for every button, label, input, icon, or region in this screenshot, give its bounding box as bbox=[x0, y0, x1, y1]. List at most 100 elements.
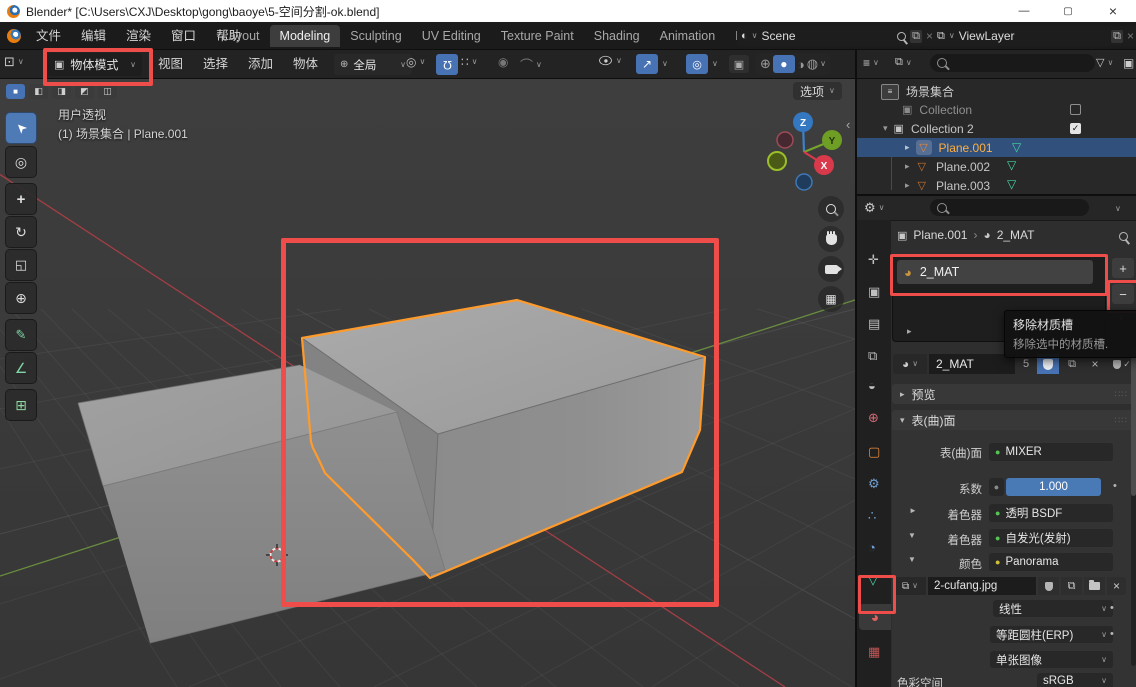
viewlayer-icon[interactable]: ⧉ bbox=[937, 30, 945, 43]
tool-annotate[interactable]: ✎ bbox=[5, 319, 37, 351]
source-dropdown[interactable]: 单张图像∨ bbox=[990, 651, 1113, 668]
scene-icon[interactable]: ◐ bbox=[741, 30, 748, 42]
tab-object-icon[interactable]: ▢ bbox=[868, 444, 880, 460]
image-name-field[interactable]: 2-cufang.jpg bbox=[928, 577, 1036, 595]
keyframe-dot[interactable]: • bbox=[1110, 628, 1114, 640]
tab-render-icon[interactable]: ▣ bbox=[868, 284, 880, 300]
slot-add-button[interactable]: + bbox=[1112, 258, 1134, 278]
factor-slider[interactable]: 1.000 bbox=[1006, 478, 1101, 496]
tool-rotate[interactable]: ↻ bbox=[5, 216, 37, 248]
tab-uv-editing[interactable]: UV Editing bbox=[412, 25, 491, 47]
minimize-button[interactable]: — bbox=[1002, 0, 1046, 22]
tab-output-icon[interactable]: ▤ bbox=[868, 316, 880, 332]
viewlayer-name[interactable]: ViewLayer bbox=[959, 29, 1107, 43]
snap-with-dropdown[interactable]: ∷∨ bbox=[461, 55, 478, 69]
factor-socket[interactable]: ● bbox=[989, 478, 1004, 496]
new-collection-button[interactable]: ▣ bbox=[1123, 56, 1134, 70]
keyframe-dot[interactable]: • bbox=[1113, 480, 1117, 492]
collection-checkbox[interactable]: ✓ bbox=[1070, 123, 1081, 134]
outliner-display-mode[interactable]: ≡∨ bbox=[863, 56, 879, 70]
close-icon[interactable]: × bbox=[926, 29, 933, 43]
projection-dropdown[interactable]: 等距圆柱(ERP)∨ bbox=[990, 626, 1113, 643]
material-name-field[interactable]: 2_MAT bbox=[929, 354, 1015, 374]
properties-search-input[interactable] bbox=[930, 199, 1089, 216]
surface-section-header[interactable]: ▾ 表(曲)面 ∷∷ bbox=[892, 410, 1136, 430]
shading-material-button[interactable]: ◑ bbox=[797, 57, 805, 72]
close-icon[interactable]: × bbox=[1127, 29, 1134, 43]
image-fake-user-button[interactable] bbox=[1038, 577, 1059, 595]
navigation-gizmo[interactable]: Z Y X bbox=[755, 106, 849, 198]
tab-modifier-icon[interactable]: ⚙ bbox=[868, 476, 880, 492]
material-browse-button[interactable]: ◕∨ bbox=[893, 354, 927, 374]
slot-remove-button[interactable]: − bbox=[1112, 284, 1134, 304]
image-unlink-button[interactable]: × bbox=[1107, 577, 1126, 595]
scene-selector[interactable]: ◐ ∨ Scene ⧉ × bbox=[737, 26, 937, 46]
proportional-falloff-dropdown[interactable]: ⌒∨ bbox=[520, 55, 542, 74]
copy-icon[interactable]: ⧉ bbox=[910, 30, 922, 43]
menu-select[interactable]: 选择 bbox=[193, 54, 238, 74]
slot-list-expander[interactable]: ▸ bbox=[907, 326, 912, 337]
copy-icon[interactable]: ⧉ bbox=[1111, 30, 1123, 43]
blender-menu-icon[interactable] bbox=[7, 29, 21, 43]
shading-rendered-button[interactable]: ◍ bbox=[807, 56, 818, 72]
tab-shading[interactable]: Shading bbox=[584, 25, 650, 47]
properties-editor-type[interactable]: ⚙∨ bbox=[864, 200, 885, 216]
material-slot-row[interactable]: ◕ 2_MAT bbox=[897, 260, 1093, 284]
preview-section-header[interactable]: ▸ 预览 ∷∷ bbox=[892, 384, 1136, 404]
viewport-scene[interactable] bbox=[0, 79, 855, 687]
interpolation-dropdown[interactable]: 线性∨ bbox=[993, 600, 1113, 617]
surface-value-button[interactable]: ●MIXER bbox=[989, 443, 1113, 461]
properties-scrollbar[interactable] bbox=[1131, 336, 1136, 666]
visibility-dropdown[interactable]: ∨ bbox=[598, 55, 622, 66]
tool-measure[interactable]: ∠ bbox=[5, 352, 37, 384]
colorspace-dropdown[interactable]: sRGB∨ bbox=[1037, 673, 1113, 687]
tool-select-box[interactable]: ➤ bbox=[5, 112, 37, 144]
image-open-button[interactable] bbox=[1084, 577, 1105, 595]
tab-sculpting[interactable]: Sculpting bbox=[340, 25, 411, 47]
shading-wireframe-button[interactable]: ⊕ bbox=[760, 56, 771, 72]
select-mode-intersect[interactable]: ◫ bbox=[98, 84, 117, 99]
viewport-options-button[interactable]: 选项∨ bbox=[793, 82, 842, 100]
tab-world-icon[interactable]: ⊕ bbox=[868, 410, 879, 426]
tab-tool-icon[interactable]: ✛ bbox=[868, 252, 879, 268]
camera-view-button[interactable] bbox=[818, 256, 844, 282]
select-mode-invert[interactable]: ◩ bbox=[75, 84, 94, 99]
menu-object[interactable]: 物体 bbox=[283, 54, 328, 74]
tab-particles-icon[interactable]: ∴ bbox=[868, 508, 876, 524]
outliner-filter-button[interactable]: ▽∨ bbox=[1096, 56, 1113, 69]
select-mode-new[interactable]: ■ bbox=[6, 84, 25, 99]
tool-move[interactable]: + bbox=[5, 183, 37, 215]
tab-texture-icon[interactable]: ▦ bbox=[868, 644, 880, 660]
menu-render[interactable]: 渲染 bbox=[116, 26, 161, 46]
image-browse-button[interactable]: ⧉∨ bbox=[894, 577, 926, 595]
outliner-row-collection2[interactable]: ▾ ▣ Collection 2 ✓ bbox=[857, 119, 1136, 138]
snap-magnet-toggle[interactable]: Ω bbox=[436, 54, 458, 75]
collection-checkbox[interactable] bbox=[1070, 104, 1081, 115]
viewlayer-selector[interactable]: ⧉ ∨ ViewLayer ⧉ × bbox=[933, 26, 1136, 46]
outliner-row-plane001[interactable]: ▸ ▽ Plane.001 ▽ bbox=[857, 138, 1136, 157]
tab-texture-paint[interactable]: Texture Paint bbox=[491, 25, 584, 47]
menu-view[interactable]: 视图 bbox=[148, 54, 193, 74]
shader1-value-button[interactable]: ●透明 BSDF bbox=[989, 504, 1113, 522]
shader2-value-button[interactable]: ●自发光(发射) bbox=[989, 529, 1113, 547]
tab-viewlayer-icon[interactable]: ⧉ bbox=[868, 348, 877, 364]
snap-pivot-button[interactable]: ◎∨ bbox=[406, 55, 425, 69]
tab-animation[interactable]: Animation bbox=[650, 25, 726, 47]
properties-header-chevron[interactable]: ∨ bbox=[1115, 205, 1121, 213]
pan-button[interactable] bbox=[818, 226, 844, 252]
tool-transform[interactable]: ⊕ bbox=[5, 282, 37, 314]
zoom-button[interactable] bbox=[818, 196, 844, 222]
editor-type-button[interactable]: ⊡∨ bbox=[4, 54, 24, 70]
outliner-row-plane002[interactable]: ▸ ▽ Plane.002 ▽ bbox=[857, 157, 1136, 176]
overlays-toggle[interactable]: ◎ bbox=[686, 54, 708, 74]
pin-icon[interactable] bbox=[895, 30, 908, 43]
image-copy-button[interactable]: ⧉ bbox=[1061, 577, 1082, 595]
keyframe-dot[interactable]: • bbox=[1110, 602, 1114, 614]
gizmo-toggle[interactable]: ↗ bbox=[636, 54, 658, 74]
viewport-3d[interactable]: ■ ◧ ◨ ◩ ◫ 用户透视 (1) 场景集合 | Plane.001 选项∨ … bbox=[0, 79, 855, 687]
tab-layout[interactable]: Layout bbox=[212, 25, 270, 47]
select-mode-subtract[interactable]: ◨ bbox=[52, 84, 71, 99]
shading-solid-button[interactable]: ● bbox=[773, 55, 795, 73]
tool-cursor[interactable]: ◎ bbox=[5, 146, 37, 178]
orientation-dropdown[interactable]: ⊕全局 ∨ bbox=[334, 54, 412, 75]
